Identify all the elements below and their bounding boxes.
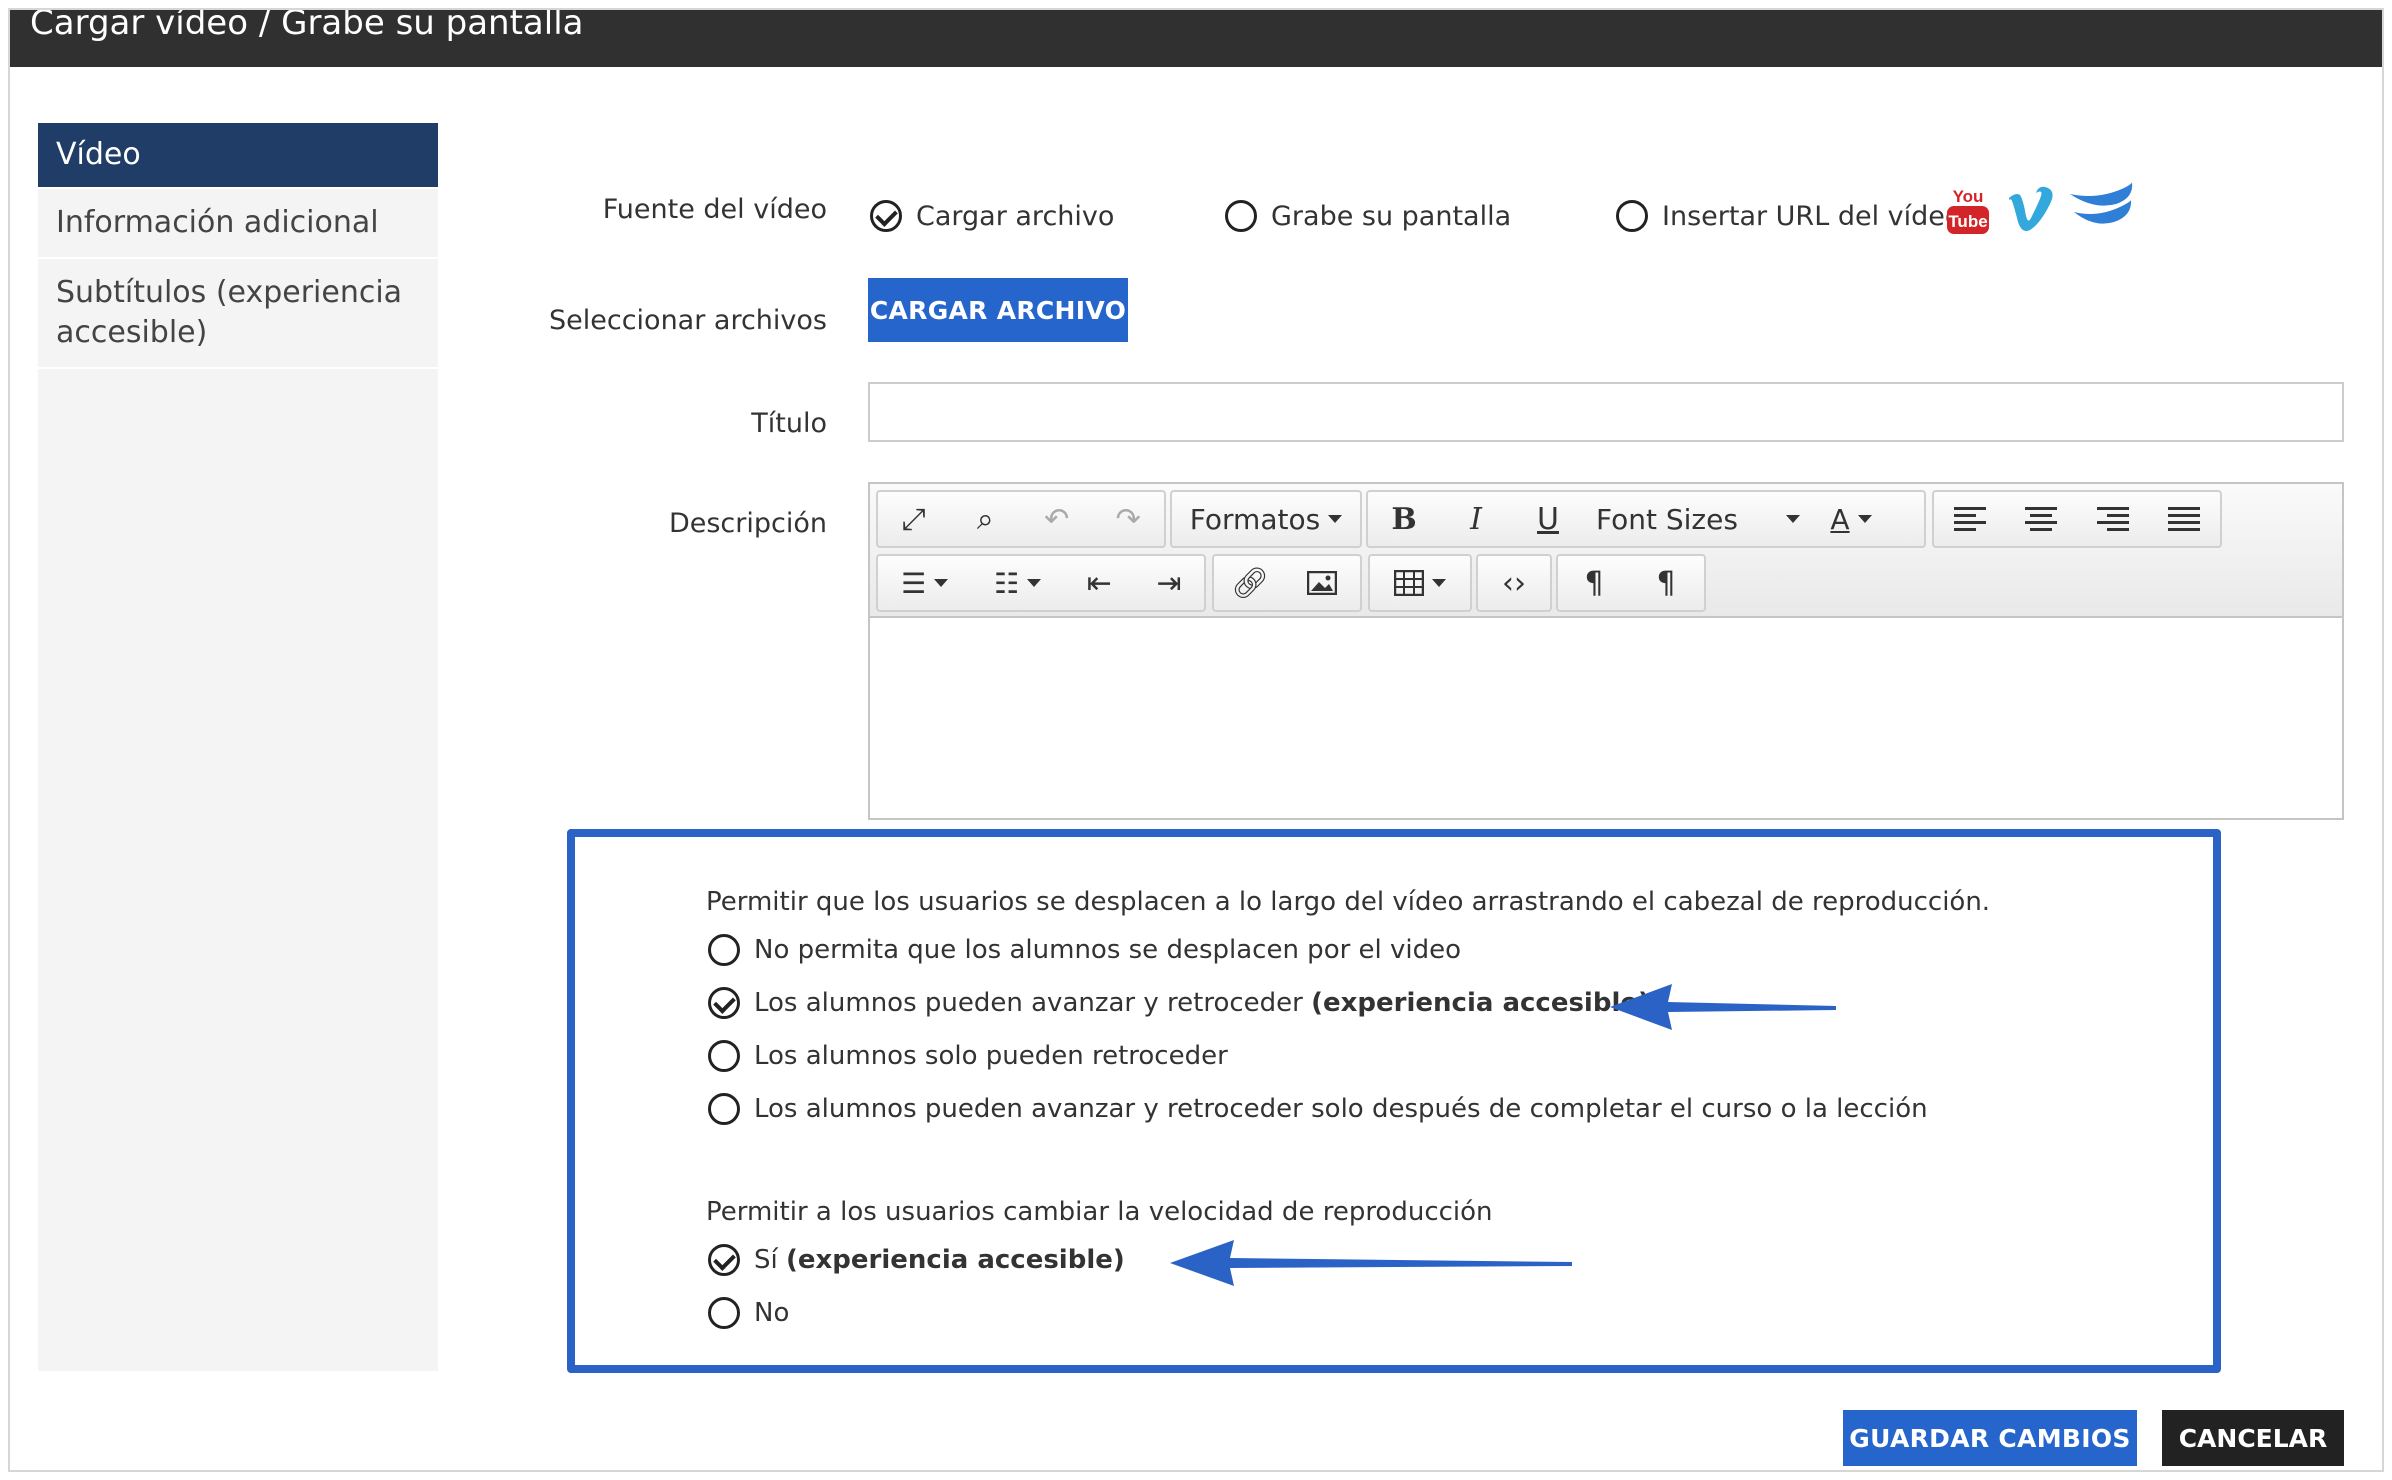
indent-icon[interactable]: ⇥: [1134, 556, 1204, 610]
seek-option-back[interactable]: Los alumnos solo pueden retroceder: [708, 1040, 1228, 1072]
seek-option-label: Los alumnos solo pueden retroceder: [754, 1041, 1228, 1071]
rich-text-editor: ⤢ ⌕ ↶ ↷ Formatos B I U Font Sizes A ☰ ☷ …: [868, 482, 2344, 820]
vimeo-icon: [2009, 186, 2053, 231]
editor-toolbar: ⤢ ⌕ ↶ ↷ Formatos B I U Font Sizes A ☰ ☷ …: [870, 484, 2342, 618]
formats-label: Formatos: [1189, 502, 1321, 536]
toolbar-group-align: [1932, 490, 2222, 548]
align-left-icon[interactable]: [1934, 492, 2006, 546]
sidebar: Vídeo Información adicional Subtítulos (…: [38, 123, 438, 1371]
editor-content-area[interactable]: [870, 618, 2342, 818]
link-icon[interactable]: 🔗︎: [1214, 556, 1286, 610]
seek-option-both[interactable]: Los alumnos pueden avanzar y retroceder …: [708, 987, 1650, 1019]
preview-icon[interactable]: ⌕: [950, 492, 1022, 546]
radio-icon[interactable]: [1616, 200, 1648, 232]
radio-icon[interactable]: [708, 934, 740, 966]
speed-option-yes[interactable]: Sí (experiencia accesible): [708, 1244, 1125, 1276]
source-option-url[interactable]: Insertar URL del vídeo: [1616, 200, 1961, 232]
svg-text:You: You: [1953, 187, 1984, 206]
arrow-annotation-icon: [1170, 1240, 1572, 1286]
radio-checked-icon[interactable]: [708, 1244, 740, 1276]
radio-icon[interactable]: [708, 1040, 740, 1072]
seek-option-label: Los alumnos pueden avanzar y retroceder: [754, 988, 1312, 1018]
text-color-icon: A: [1830, 502, 1850, 536]
undo-icon[interactable]: ↶: [1021, 492, 1093, 546]
seek-option-bold: (experiencia accesible): [1311, 988, 1650, 1018]
align-right-icon[interactable]: [2077, 492, 2149, 546]
chevron-down-icon: [1027, 579, 1042, 587]
radio-checked-icon[interactable]: [708, 987, 740, 1019]
toolbar-group-lists: ☰ ☷ ⇤ ⇥: [876, 554, 1206, 612]
radio-icon[interactable]: [1225, 200, 1257, 232]
chevron-down-icon: [1328, 515, 1343, 523]
underline-icon[interactable]: U: [1512, 492, 1584, 546]
speed-question: Permitir a los usuarios cambiar la veloc…: [706, 1197, 1493, 1227]
table-dropdown[interactable]: [1368, 554, 1472, 612]
wistia-icon: [2070, 182, 2133, 224]
sidebar-item-video[interactable]: Vídeo: [38, 123, 438, 189]
source-label: Fuente del vídeo: [602, 194, 827, 225]
image-icon[interactable]: [1286, 556, 1358, 610]
speed-option-bold: (experiencia accesible): [786, 1245, 1125, 1275]
dialog-titlebar: Cargar vídeo / Grabe su pantalla: [10, 10, 2382, 67]
align-center-icon[interactable]: [2006, 492, 2078, 546]
title-label: Título: [751, 408, 827, 439]
bullet-list-dropdown[interactable]: ☰: [878, 556, 971, 610]
chevron-down-icon: [1432, 579, 1446, 587]
seek-option-label: Los alumnos pueden avanzar y retroceder …: [754, 1094, 1928, 1124]
font-sizes-dropdown[interactable]: Font Sizes: [1584, 492, 1816, 546]
chevron-down-icon: [934, 579, 949, 587]
upload-button[interactable]: CARGAR ARCHIVO: [868, 278, 1128, 342]
radio-icon[interactable]: [708, 1093, 740, 1125]
chevron-down-icon: [1857, 515, 1872, 523]
source-option-upload[interactable]: Cargar archivo: [870, 200, 1114, 232]
sidebar-item-subtitles[interactable]: Subtítulos (experiencia accesible): [38, 259, 438, 369]
fullscreen-icon[interactable]: ⤢: [878, 492, 950, 546]
description-label: Descripción: [668, 508, 827, 539]
source-option-record[interactable]: Grabe su pantalla: [1225, 200, 1511, 232]
title-input[interactable]: [868, 382, 2344, 442]
font-sizes-label: Font Sizes: [1596, 502, 1738, 536]
radio-checked-icon[interactable]: [870, 200, 902, 232]
formats-dropdown[interactable]: Formatos: [1170, 490, 1362, 548]
arrow-annotation-icon: [1610, 984, 1836, 1030]
text-color-dropdown[interactable]: A: [1816, 492, 1886, 546]
toolbar-group-insert: 🔗︎: [1212, 554, 1362, 612]
toolbar-group-text: B I U Font Sizes A: [1366, 490, 1926, 548]
ltr-paragraph-icon[interactable]: ¶: [1558, 556, 1630, 610]
svg-text:Tube: Tube: [1948, 212, 1987, 231]
numbered-list-icon: ☷: [994, 566, 1020, 600]
source-option-label: Insertar URL del vídeo: [1662, 200, 1962, 232]
align-justify-icon[interactable]: [2149, 492, 2221, 546]
source-option-label: Grabe su pantalla: [1271, 200, 1512, 232]
source-option-label: Cargar archivo: [916, 200, 1115, 232]
toolbar-group-direction: ¶ ¶: [1556, 554, 1706, 612]
sidebar-item-additional-info[interactable]: Información adicional: [38, 189, 438, 259]
bold-icon[interactable]: B: [1368, 492, 1440, 546]
speed-option-no[interactable]: No: [708, 1297, 789, 1329]
source-code-icon[interactable]: ‹›: [1478, 556, 1550, 610]
speed-option-label: No: [754, 1298, 790, 1328]
speed-option-label: Sí: [754, 1245, 786, 1275]
italic-icon[interactable]: I: [1440, 492, 1512, 546]
files-label: Seleccionar archivos: [549, 305, 827, 336]
chevron-down-icon: [1785, 515, 1800, 523]
seek-option-none[interactable]: No permita que los alumnos se desplacen …: [708, 934, 1461, 966]
youtube-icon: You Tube: [1947, 187, 1989, 234]
cancel-button[interactable]: CANCELAR: [2162, 1410, 2344, 1466]
rtl-paragraph-icon[interactable]: ¶: [1630, 556, 1702, 610]
table-icon: [1394, 570, 1424, 596]
seek-question: Permitir que los usuarios se desplacen a…: [706, 887, 1991, 917]
bullet-list-icon: ☰: [901, 566, 927, 600]
redo-icon[interactable]: ↷: [1093, 492, 1165, 546]
seek-option-label: No permita que los alumnos se desplacen …: [754, 935, 1462, 965]
seek-option-after-complete[interactable]: Los alumnos pueden avanzar y retroceder …: [708, 1093, 1928, 1125]
toolbar-group-view: ⤢ ⌕ ↶ ↷: [876, 490, 1166, 548]
toolbar-group-code: ‹›: [1476, 554, 1552, 612]
save-button[interactable]: GUARDAR CAMBIOS: [1843, 1410, 2137, 1466]
radio-icon[interactable]: [708, 1297, 740, 1329]
outdent-icon[interactable]: ⇤: [1064, 556, 1134, 610]
numbered-list-dropdown[interactable]: ☷: [971, 556, 1064, 610]
dialog-title: Cargar vídeo / Grabe su pantalla: [30, 10, 584, 43]
